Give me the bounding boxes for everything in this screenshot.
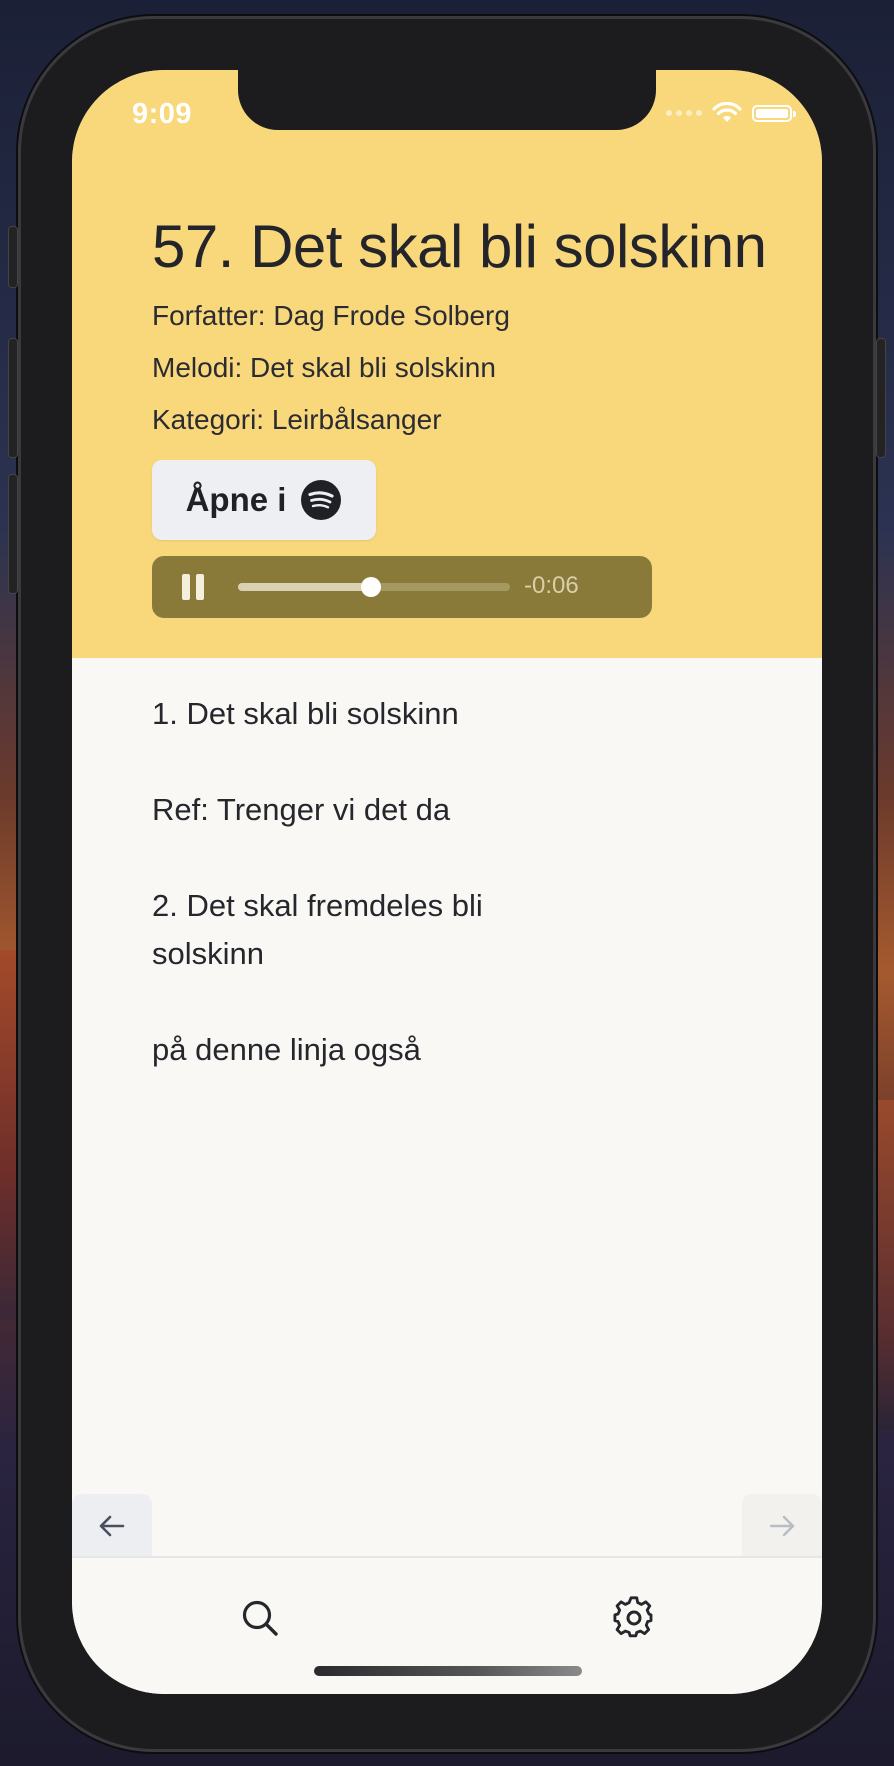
power-button — [876, 338, 886, 458]
progress-fill — [238, 583, 372, 591]
arrow-right-icon — [769, 1515, 795, 1537]
spotify-icon — [301, 480, 342, 520]
open-in-spotify-button[interactable]: Åpne i — [152, 460, 376, 540]
pause-icon — [182, 574, 190, 600]
previous-song-button[interactable] — [72, 1494, 152, 1558]
device-notch — [238, 70, 656, 130]
search-icon[interactable] — [238, 1596, 282, 1640]
lyrics-verse: på denne linja også — [152, 1032, 421, 1067]
song-title: 57. Det skal bli solskinn — [152, 213, 767, 280]
next-song-button[interactable] — [742, 1494, 822, 1558]
gear-icon[interactable] — [612, 1596, 656, 1640]
lyrics-verse: Ref: Trenger vi det da — [152, 792, 451, 827]
status-icons — [666, 102, 796, 124]
wifi-icon — [712, 102, 742, 122]
battery-icon — [752, 104, 796, 122]
home-indicator — [314, 1666, 582, 1676]
volume-up-button — [8, 338, 18, 458]
cellular-signal-icon — [666, 110, 702, 116]
audio-player: -0:06 — [152, 556, 652, 618]
pause-button[interactable] — [182, 574, 206, 600]
arrow-left-icon — [99, 1515, 125, 1537]
lyrics-verse: 2. Det skal fremdeles bli solskinn — [152, 888, 483, 971]
status-time: 9:09 — [132, 98, 193, 130]
mute-switch — [8, 226, 18, 288]
open-in-label: Åpne i — [185, 481, 287, 518]
volume-down-button — [8, 474, 18, 594]
progress-thumb[interactable] — [361, 577, 382, 597]
app-screen: 9:09 57. Det skal bli solskinn Forfatter… — [72, 70, 822, 1694]
song-melody: Melodi: Det skal bli solskinn — [152, 352, 496, 383]
lyrics-verse: 1. Det skal bli solskinn — [152, 696, 459, 731]
lyrics: 1. Det skal bli solskinn Ref: Trenger vi… — [152, 690, 712, 1122]
song-author: Forfatter: Dag Frode Solberg — [152, 300, 510, 331]
song-category: Kategori: Leirbålsanger — [152, 404, 442, 435]
time-remaining: -0:06 — [524, 572, 579, 599]
progress-slider[interactable] — [238, 577, 510, 597]
song-header: 9:09 57. Det skal bli solskinn Forfatter… — [72, 70, 822, 658]
